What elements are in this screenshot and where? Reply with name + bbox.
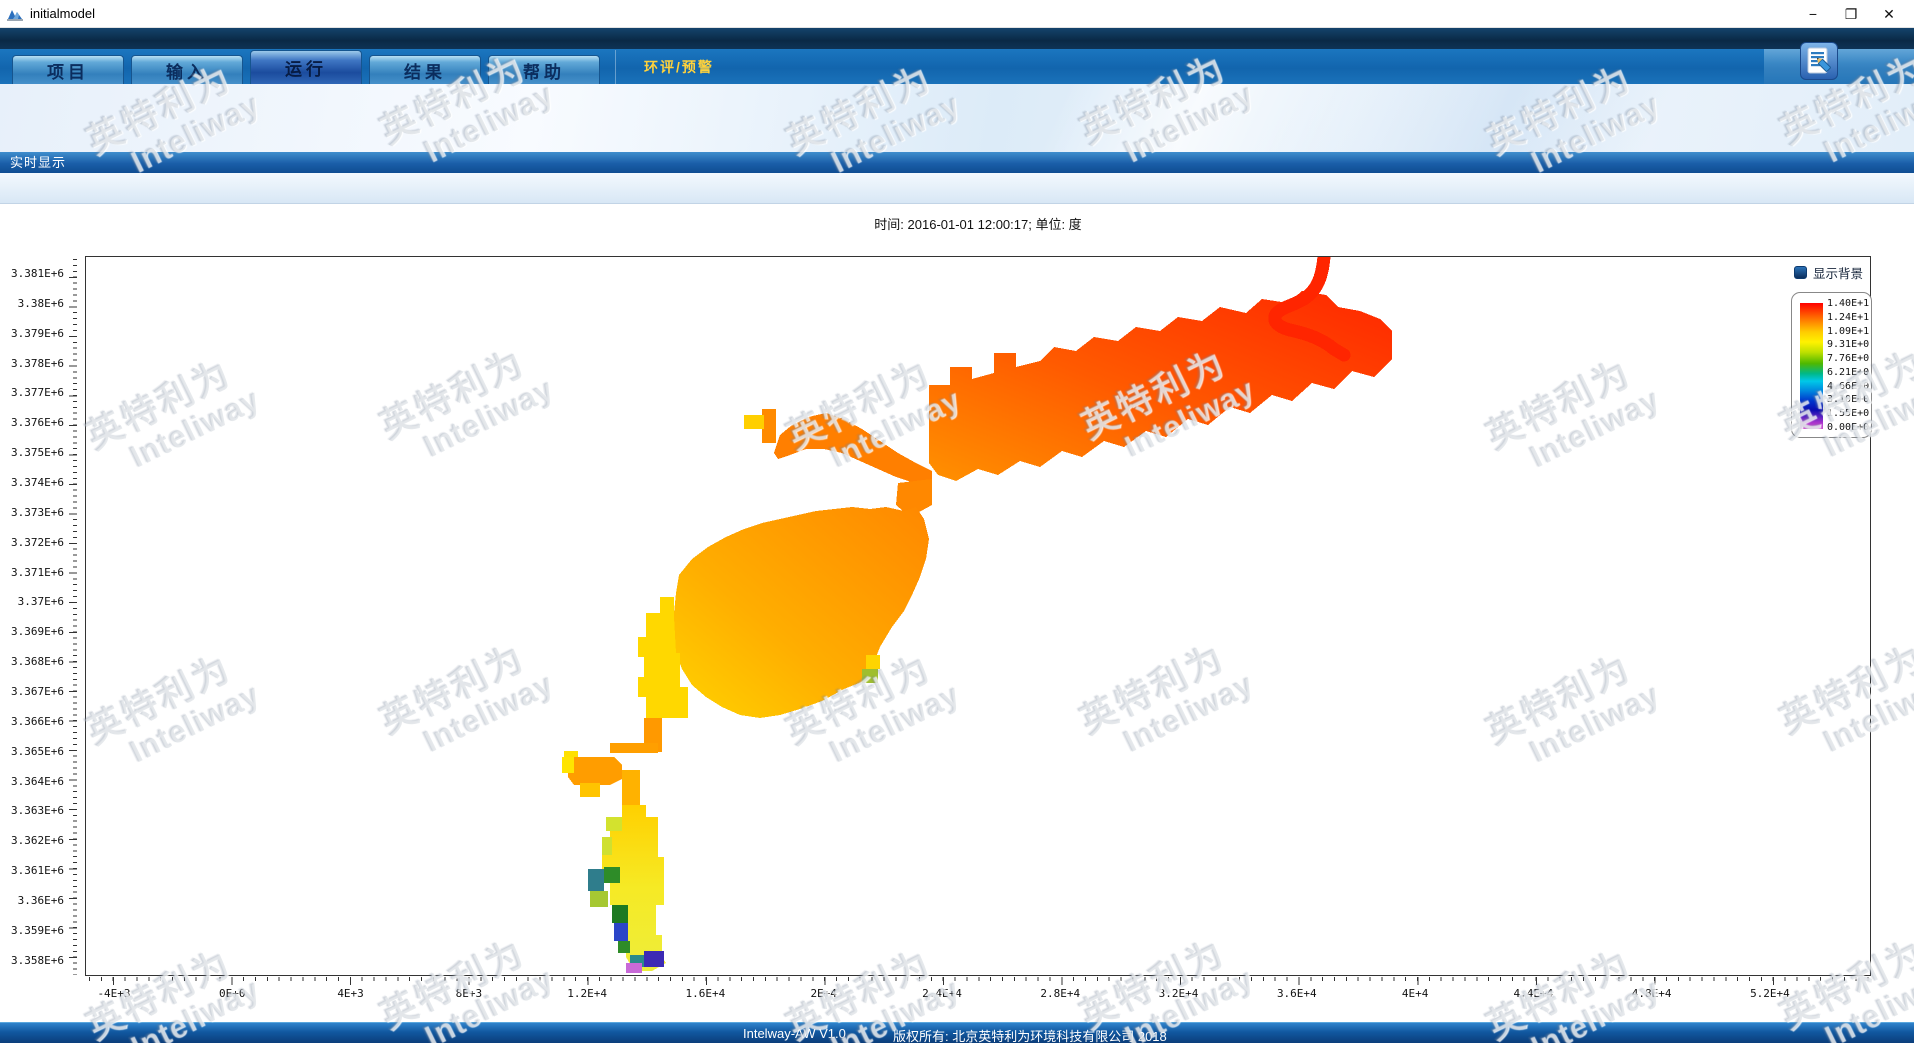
y-axis-tick-label: 3.371E+6 bbox=[11, 566, 64, 579]
legend-value: 0.00E+0 bbox=[1827, 422, 1869, 434]
tab-run[interactable]: 运行 bbox=[250, 50, 362, 84]
legend-value: 7.76E+0 bbox=[1827, 353, 1869, 365]
tab-results[interactable]: 结果 bbox=[369, 55, 481, 84]
app-version-text: Intelway-AW V1.0 bbox=[743, 1026, 846, 1041]
realtime-settings-row: ✓ 关闭图形显示 指标 水温 ∨ 水层 1 ∨ 输出间隔(小时) 6 自定义图谱… bbox=[0, 173, 1914, 204]
y-axis-tick-label: 3.361E+6 bbox=[11, 864, 64, 877]
legend-value: 6.21E+0 bbox=[1827, 367, 1869, 379]
x-axis-tick-label: 3.2E+4 bbox=[1148, 987, 1210, 1002]
minimize-button[interactable]: − bbox=[1794, 0, 1832, 28]
ribbon-tab-bar: 项目 输入 运行 结果 帮助 环评/预警 bbox=[0, 49, 1914, 84]
y-axis-tick-label: 3.378E+6 bbox=[11, 357, 64, 370]
y-axis-tick-label: 3.36E+6 bbox=[18, 894, 64, 907]
y-axis-tick-label: 3.363E+6 bbox=[11, 804, 64, 817]
x-axis-tick-label: 4E+4 bbox=[1384, 987, 1446, 1002]
y-axis-tick-label: 3.358E+6 bbox=[11, 954, 64, 967]
show-background-label: 显示背景 bbox=[1813, 263, 1863, 282]
y-axis-tick-label: 3.37E+6 bbox=[18, 595, 64, 608]
close-button[interactable]: ✕ bbox=[1870, 0, 1908, 28]
show-background-checkbox[interactable] bbox=[1794, 266, 1807, 279]
x-axis-tick-label: 3.6E+4 bbox=[1266, 987, 1328, 1002]
y-axis-tick-label: 3.366E+6 bbox=[11, 715, 64, 728]
report-edit-icon[interactable] bbox=[1800, 42, 1838, 80]
x-axis-tick-label: 0E+0 bbox=[201, 987, 263, 1002]
x-axis-tick-label: 2.8E+4 bbox=[1029, 987, 1091, 1002]
realtime-display-header: 实时显示 bbox=[0, 152, 1914, 173]
heatmap-canvas[interactable] bbox=[86, 257, 1870, 975]
y-axis-tick-label: 3.362E+6 bbox=[11, 834, 64, 847]
y-axis-tick-label: 3.359E+6 bbox=[11, 924, 64, 937]
tab-project[interactable]: 项目 bbox=[12, 55, 124, 84]
legend-value: 4.66E+0 bbox=[1827, 381, 1869, 393]
ribbon-right-panel bbox=[1764, 49, 1914, 84]
x-axis-tick-label: 2E+4 bbox=[793, 987, 855, 1002]
y-axis-labels: 3.381E+6 3.38E+6 3.379E+6 3.378E+6 3.377E+6 3… bbox=[0, 267, 64, 967]
y-axis-tick-label: 3.379E+6 bbox=[11, 327, 64, 340]
window-controls: − ❐ ✕ bbox=[1794, 0, 1908, 28]
legend-value: 1.40E+1 bbox=[1827, 298, 1869, 310]
legend-value: 3.10E+0 bbox=[1827, 394, 1869, 406]
tab-separator bbox=[615, 50, 616, 84]
y-axis-tick-label: 3.381E+6 bbox=[11, 267, 64, 280]
document-pencil-icon bbox=[1806, 47, 1832, 75]
y-axis-tick-label: 3.38E+6 bbox=[18, 297, 64, 310]
title-bar: initialmodel − ❐ ✕ bbox=[0, 0, 1914, 28]
y-axis-tick-label: 3.376E+6 bbox=[11, 416, 64, 429]
y-axis-tick-label: 3.368E+6 bbox=[11, 655, 64, 668]
legend-value: 9.31E+0 bbox=[1827, 339, 1869, 351]
legend-value: 1.09E+1 bbox=[1827, 326, 1869, 338]
x-axis-labels: -4E+3 0E+0 4E+3 8E+3 1.2E+4 1.6E+4 2E+4 2.4E+4 2… bbox=[83, 987, 1801, 1002]
x-axis-tick-label: 2.4E+4 bbox=[911, 987, 973, 1002]
tab-eia-warning[interactable]: 环评/预警 bbox=[630, 50, 728, 84]
x-axis-tick-label: 4.4E+4 bbox=[1502, 987, 1564, 1002]
legend-values: 1.40E+1 1.24E+1 1.09E+19.31E+0 7.76E+0 6.21E… bbox=[1827, 298, 1869, 434]
y-axis-tick-label: 3.373E+6 bbox=[11, 506, 64, 519]
restore-button[interactable]: ❐ bbox=[1832, 0, 1870, 28]
color-legend: 1.40E+1 1.24E+1 1.09E+19.31E+0 7.76E+0 6.21E… bbox=[1791, 292, 1872, 438]
y-axis-tick-label: 3.367E+6 bbox=[11, 685, 64, 698]
legend-value: 1.55E+0 bbox=[1827, 408, 1869, 420]
window-title: initialmodel bbox=[30, 6, 95, 21]
plot-time-caption: 时间: 2016-01-01 12:00:17; 单位: 度 bbox=[85, 214, 1871, 233]
y-axis-tick-label: 3.377E+6 bbox=[11, 386, 64, 399]
x-axis-tick-label: 4E+3 bbox=[320, 987, 382, 1002]
y-axis-tick-label: 3.374E+6 bbox=[11, 476, 64, 489]
y-axis-tick-label: 3.369E+6 bbox=[11, 625, 64, 638]
copyright-text: 版权所有: 北京英特利为环境科技有限公司 2018 bbox=[893, 1026, 1167, 1043]
x-axis-tick-label: 1.6E+4 bbox=[674, 987, 736, 1002]
x-axis-tick-label: 4.8E+4 bbox=[1621, 987, 1683, 1002]
app-icon bbox=[7, 6, 23, 22]
x-axis-tick-label: 5.2E+4 bbox=[1739, 987, 1801, 1002]
y-axis-ticks bbox=[69, 256, 77, 976]
y-axis-tick-label: 3.372E+6 bbox=[11, 536, 64, 549]
tab-input[interactable]: 输入 bbox=[131, 55, 243, 84]
x-axis-tick-label: 1.2E+4 bbox=[556, 987, 618, 1002]
y-axis-tick-label: 3.365E+6 bbox=[11, 745, 64, 758]
x-axis-tick-label: 8E+3 bbox=[438, 987, 500, 1002]
ribbon-top-strip bbox=[0, 28, 1914, 49]
status-bar: Intelway-AW V1.0 版权所有: 北京英特利为环境科技有限公司 20… bbox=[0, 1022, 1914, 1043]
tab-help[interactable]: 帮助 bbox=[488, 55, 600, 84]
ribbon-body: 运行模型 已运行 0%。 暂停运行 终止运行 错误信息 bbox=[0, 84, 1914, 152]
y-axis-tick-label: 3.375E+6 bbox=[11, 446, 64, 459]
legend-colorbar bbox=[1800, 303, 1823, 429]
y-axis-tick-label: 3.364E+6 bbox=[11, 775, 64, 788]
legend-value: 1.24E+1 bbox=[1827, 312, 1869, 324]
show-background-toggle[interactable]: 显示背景 bbox=[1794, 263, 1863, 282]
x-axis-tick-label: -4E+3 bbox=[83, 987, 145, 1002]
x-axis-ticks bbox=[85, 977, 1871, 985]
